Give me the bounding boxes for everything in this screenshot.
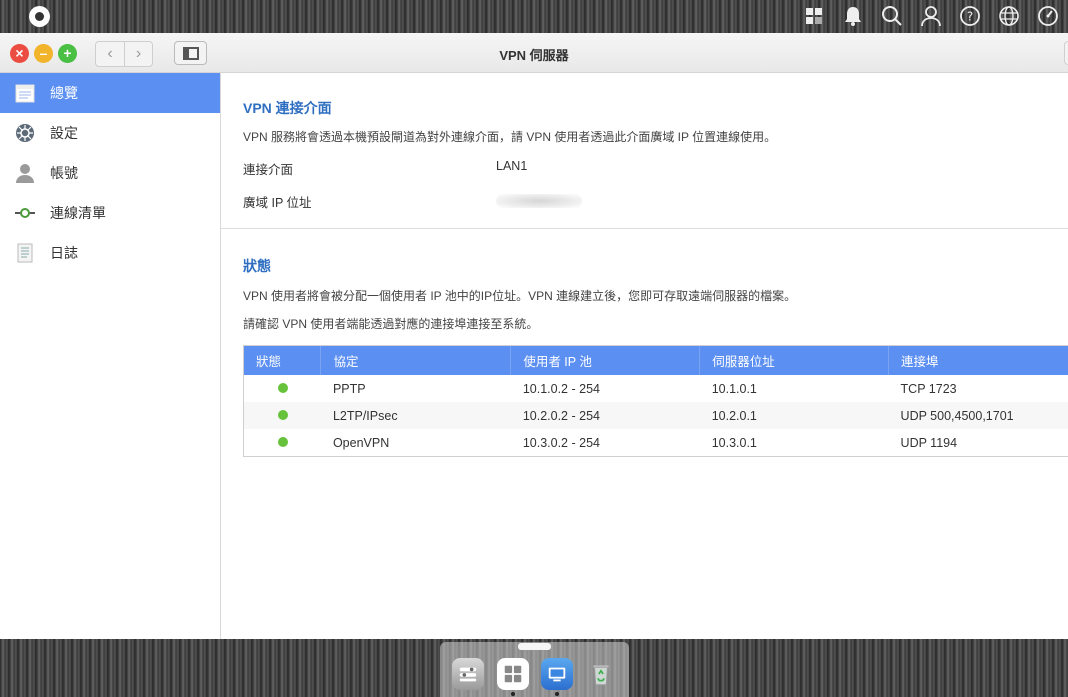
status-ok-icon xyxy=(278,382,288,393)
user-icon[interactable] xyxy=(919,4,943,28)
wan-ip-label: 廣域 IP 位址 xyxy=(243,196,312,210)
pool-cell: 10.3.0.2 - 254 xyxy=(522,435,600,450)
sidebar-item-connection-list[interactable]: 連線清單 xyxy=(0,193,220,233)
log-icon xyxy=(14,242,36,264)
wan-ip-row: 廣域 IP 位址 xyxy=(243,192,776,211)
interface-description: VPN 服務將會透過本機預設閘道為對外連線介面，請 VPN 使用者透過此介面廣域… xyxy=(243,130,777,144)
port-cell: UDP 500,4500,1701 xyxy=(888,402,1068,429)
main-content: VPN 連接介面 VPN 服務將會透過本機預設閘道為對外連線介面，請 VPN 使… xyxy=(221,73,1068,639)
running-indicator xyxy=(511,692,515,696)
window-titlebar[interactable]: × – + ‹ › VPN 伺服器 xyxy=(0,33,1068,73)
server-cell: 10.1.0.1 xyxy=(711,381,757,396)
interface-value: LAN1 xyxy=(496,159,528,173)
sidebar-item-overview[interactable]: 總覽 xyxy=(0,73,220,113)
table-row[interactable]: L2TP/IPsec 10.2.0.2 - 254 10.2.0.1 UDP 5… xyxy=(244,402,1068,429)
overview-icon xyxy=(14,82,36,104)
column-header-protocol[interactable]: 協定 xyxy=(320,346,512,375)
port-cell: UDP 1194 xyxy=(900,435,958,450)
sidebar-item-label: 設定 xyxy=(50,125,78,141)
status-ok-icon xyxy=(278,409,288,420)
main-menu-logo-icon[interactable] xyxy=(29,6,50,27)
port-cell: TCP 1723 xyxy=(900,381,957,396)
protocol-cell: PPTP xyxy=(332,381,366,396)
protocol-cell: L2TP/IPsec xyxy=(320,402,511,429)
server-cell: 10.2.0.1 xyxy=(699,402,889,429)
status-cell xyxy=(244,375,321,402)
status-description-1: VPN 使用者將會被分配一個使用者 IP 池中的IP位址。VPN 連線建立後，您… xyxy=(243,289,797,303)
status-description-2: 請確認 VPN 使用者端能透過對應的連接埠連接至系統。 xyxy=(243,317,539,331)
server-cell: 10.3.0.1 xyxy=(711,435,757,450)
status-section-title: 狀態 xyxy=(243,258,271,274)
sidebar-item-label: 帳號 xyxy=(50,165,78,181)
protocol-cell: OpenVPN xyxy=(332,435,390,450)
globe-icon[interactable] xyxy=(997,4,1021,28)
sidebar-item-account[interactable]: 帳號 xyxy=(0,153,220,193)
running-indicator xyxy=(555,692,559,696)
vpn-status-table: 狀態 協定 使用者 IP 池 伺服器位址 連接埠 PPTP 10.1.0.2 -… xyxy=(243,345,1068,457)
section-divider xyxy=(221,228,1068,229)
sidebar-item-settings[interactable]: 設定 xyxy=(0,113,220,153)
column-header-status[interactable]: 狀態 xyxy=(244,346,322,375)
column-header-port[interactable]: 連接埠 xyxy=(888,346,1068,375)
account-icon xyxy=(14,162,36,184)
sidebar-item-log[interactable]: 日誌 xyxy=(0,233,220,273)
vpn-server-window: × – + ‹ › VPN 伺服器 總覽 設定 帳號 連線清單 日誌 VPN 連… xyxy=(0,33,1068,639)
window-title: VPN 伺服器 xyxy=(499,48,569,63)
settings-icon xyxy=(14,122,36,144)
table-row[interactable]: OpenVPN 10.3.0.2 - 254 10.3.0.1 UDP 1194 xyxy=(244,429,1068,456)
system-topbar: ? xyxy=(0,0,1068,33)
wan-ip-value-redacted xyxy=(496,194,582,208)
column-header-user-ip-pool[interactable]: 使用者 IP 池 xyxy=(510,346,701,375)
vpn-server-icon[interactable] xyxy=(541,658,573,690)
status-ok-icon xyxy=(278,436,288,447)
dashboard-icon[interactable] xyxy=(1036,4,1060,28)
search-icon[interactable] xyxy=(880,4,904,28)
svg-text:?: ? xyxy=(967,10,973,24)
interface-section-title: VPN 連接介面 xyxy=(243,100,332,116)
control-panel-icon[interactable] xyxy=(452,658,484,690)
pool-cell: 10.2.0.2 - 254 xyxy=(510,402,700,429)
status-cell xyxy=(244,429,321,456)
app-center-icon[interactable] xyxy=(497,658,529,690)
sidebar-item-label: 連線清單 xyxy=(50,205,106,221)
connection-icon xyxy=(14,202,36,224)
sidebar-item-label: 日誌 xyxy=(50,245,78,261)
sidebar: 總覽 設定 帳號 連線清單 日誌 xyxy=(0,73,221,639)
widgets-icon[interactable] xyxy=(802,4,826,28)
help-icon[interactable]: ? xyxy=(958,4,982,28)
sidebar-item-label: 總覽 xyxy=(50,85,78,101)
status-cell xyxy=(244,402,321,429)
window-option-button[interactable] xyxy=(1064,41,1068,65)
interface-label: 連接介面 xyxy=(243,163,294,177)
table-header-row: 狀態 協定 使用者 IP 池 伺服器位址 連接埠 xyxy=(244,346,1068,375)
table-row[interactable]: PPTP 10.1.0.2 - 254 10.1.0.1 TCP 1723 xyxy=(244,375,1068,402)
dock-handle[interactable] xyxy=(518,643,551,650)
column-header-server-address[interactable]: 伺服器位址 xyxy=(699,346,890,375)
bell-icon[interactable] xyxy=(841,4,865,28)
interface-row: 連接介面 LAN1 xyxy=(243,159,776,178)
recycle-bin-icon[interactable] xyxy=(585,658,617,690)
pool-cell: 10.1.0.2 - 254 xyxy=(522,381,600,396)
